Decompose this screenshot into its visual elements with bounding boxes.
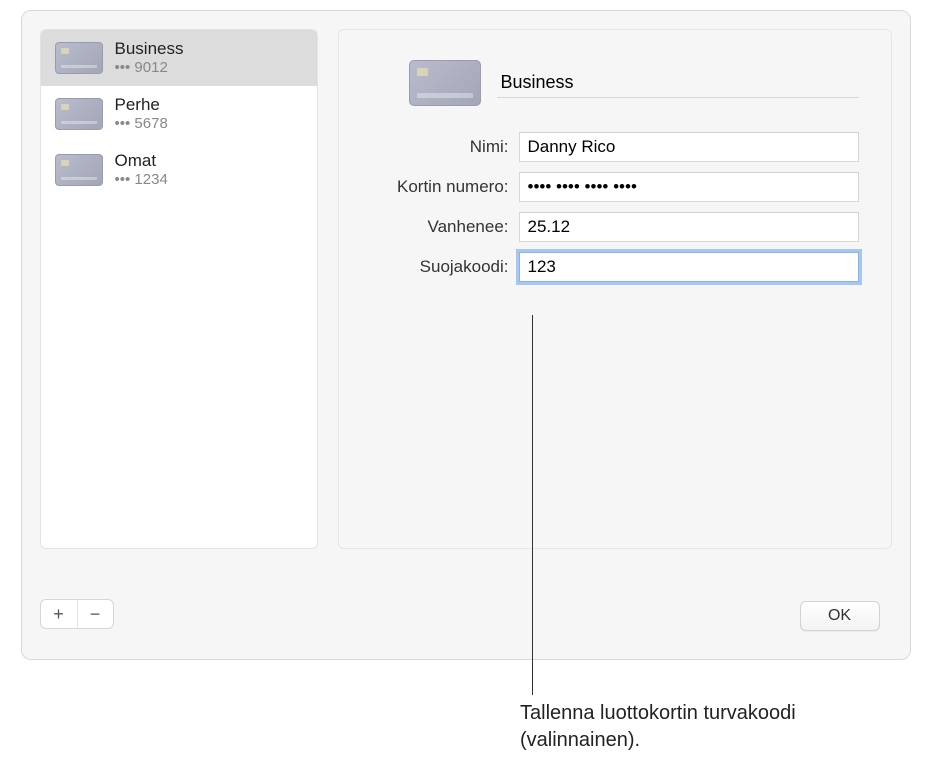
add-card-button[interactable]: +	[41, 600, 77, 628]
security-code-label: Suojakoodi:	[359, 257, 519, 277]
card-detail-panel: Nimi: Kortin numero: Vanhenee: Suojakood…	[338, 29, 892, 549]
card-title-input[interactable]	[497, 68, 859, 98]
card-list: Business ••• 9012 Perhe ••• 5678 Omat	[40, 29, 318, 549]
security-code-input[interactable]	[519, 252, 859, 282]
credit-card-icon	[55, 154, 103, 186]
name-input[interactable]	[519, 132, 859, 162]
card-number-input[interactable]	[519, 172, 859, 202]
callout-text: Tallenna luottokortin turvakoodi (valinn…	[520, 700, 880, 754]
name-label: Nimi:	[359, 137, 519, 157]
credit-card-settings-window: Business ••• 9012 Perhe ••• 5678 Omat	[21, 10, 911, 660]
expiry-label: Vanhenee:	[359, 217, 519, 237]
plus-icon: +	[53, 604, 64, 625]
ok-button-label: OK	[828, 607, 851, 625]
expiry-input[interactable]	[519, 212, 859, 242]
remove-card-button[interactable]: −	[77, 600, 113, 628]
sidebar-item-last4: ••• 9012	[115, 59, 184, 78]
minus-icon: −	[90, 604, 101, 625]
sidebar-item-last4: ••• 1234	[115, 171, 168, 190]
sidebar-item-title: Omat	[115, 150, 168, 171]
ok-button[interactable]: OK	[800, 601, 880, 631]
sidebar-item-last4: ••• 5678	[115, 115, 168, 134]
sidebar-item-title: Perhe	[115, 94, 168, 115]
callout-line	[532, 315, 533, 695]
card-number-label: Kortin numero:	[359, 177, 519, 197]
add-remove-toolbar: + −	[40, 599, 114, 629]
credit-card-icon	[409, 60, 481, 106]
credit-card-icon	[55, 98, 103, 130]
sidebar-item-title: Business	[115, 38, 184, 59]
sidebar-item-business[interactable]: Business ••• 9012	[41, 30, 317, 86]
credit-card-icon	[55, 42, 103, 74]
sidebar-item-omat[interactable]: Omat ••• 1234	[41, 142, 317, 198]
sidebar-item-perhe[interactable]: Perhe ••• 5678	[41, 86, 317, 142]
